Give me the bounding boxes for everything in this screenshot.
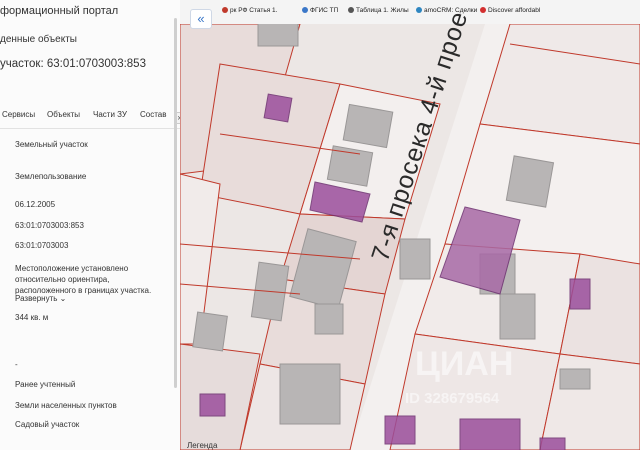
field-permitted-use: Садовый участок: [15, 420, 80, 429]
bookmark-item[interactable]: Discover affordabl: [480, 7, 540, 14]
watermark-logo: ЦИАН: [415, 345, 514, 383]
field-dash: -: [15, 360, 18, 369]
field-status: Ранее учтенный: [15, 380, 76, 389]
field-location-line2: относительно ориентира,: [15, 275, 110, 284]
field-date: 06.12.2005: [15, 200, 56, 209]
bookmarks-bar: рк РФ Статья 1. ФГИС ТП Таблица 1. Жилы …: [180, 0, 640, 25]
panel-scrollbar[interactable]: [174, 18, 177, 388]
watermark-id: ID 328679564: [405, 390, 500, 407]
tab-services[interactable]: Сервисы: [2, 110, 35, 119]
bookmark-favicon-icon: [222, 7, 228, 14]
map-canvas: [180, 24, 640, 450]
tab-objects[interactable]: Объекты: [47, 110, 80, 119]
legend-label[interactable]: Легенда: [187, 441, 217, 450]
bookmark-favicon-icon: [480, 7, 486, 14]
info-panel: формационный портал денные объекты участ…: [0, 0, 184, 450]
bookmark-favicon-icon: [348, 7, 354, 14]
bookmark-item[interactable]: рк РФ Статья 1.: [222, 7, 277, 14]
bookmark-item[interactable]: ФГИС ТП: [302, 7, 338, 14]
field-usage: Землепользование: [15, 172, 87, 181]
tab-composition[interactable]: Состав: [140, 110, 167, 119]
bookmark-item[interactable]: Таблица 1. Жилы: [348, 7, 409, 14]
field-area: 344 кв. м: [15, 313, 49, 322]
objects-link[interactable]: денные объекты: [0, 34, 77, 45]
field-type: Земельный участок: [15, 140, 88, 149]
collapse-panel-button[interactable]: «: [190, 9, 212, 29]
field-location-line1: Местоположение установлено: [15, 264, 129, 273]
parcel-header: участок: 63:01:0703003:853: [0, 58, 146, 70]
chevron-down-icon: ⌄: [59, 294, 67, 303]
cadastral-map[interactable]: [180, 24, 640, 450]
portal-title: формационный портал: [0, 5, 119, 17]
tab-parts[interactable]: Части ЗУ: [93, 110, 127, 119]
field-block: 63:01:0703003: [15, 241, 69, 250]
bookmark-favicon-icon: [302, 7, 308, 14]
tab-bar: Сервисы Объекты Части ЗУ Состав: [0, 104, 180, 129]
field-cad-number: 63:01:0703003:853: [15, 221, 84, 230]
bookmark-favicon-icon: [416, 7, 422, 14]
field-category: Земли населенных пунктов: [15, 401, 117, 410]
expand-link[interactable]: Развернуть ⌄: [15, 294, 66, 303]
